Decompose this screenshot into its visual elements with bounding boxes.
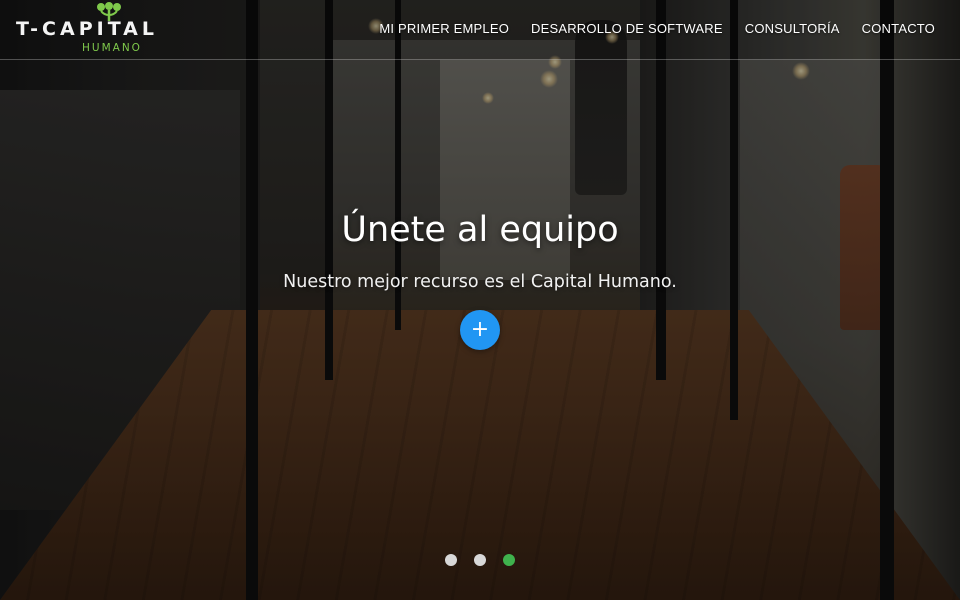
carousel-indicators xyxy=(0,554,960,566)
carousel-dot-3[interactable] xyxy=(503,554,515,566)
hero-title: Únete al equipo xyxy=(341,210,619,250)
leaf-icon xyxy=(97,2,121,21)
nav-item-contacto[interactable]: CONTACTO xyxy=(862,21,935,36)
plus-icon: + xyxy=(470,317,490,342)
site-header: T-CAPITAL HUMANO MI PRIMER EMPLEO DESARR… xyxy=(0,0,960,60)
dark-overlay xyxy=(0,0,960,600)
brand-logo[interactable]: T-CAPITAL HUMANO xyxy=(16,2,176,56)
carousel-dot-2[interactable] xyxy=(474,554,486,566)
hero-background xyxy=(0,0,960,600)
nav-item-consultoria[interactable]: CONSULTORÍA xyxy=(745,21,840,36)
main-nav: MI PRIMER EMPLEO DESARROLLO DE SOFTWARE … xyxy=(379,21,935,36)
hero-subtitle: Nuestro mejor recurso es el Capital Huma… xyxy=(283,272,677,292)
logo-subtitle: HUMANO xyxy=(82,42,142,54)
logo-wordmark: T-CAPITAL xyxy=(16,18,158,40)
plus-button[interactable]: + xyxy=(460,310,500,350)
nav-item-desarrollo-de-software[interactable]: DESARROLLO DE SOFTWARE xyxy=(531,21,723,36)
carousel-dot-1[interactable] xyxy=(445,554,457,566)
nav-item-mi-primer-empleo[interactable]: MI PRIMER EMPLEO xyxy=(379,21,509,36)
